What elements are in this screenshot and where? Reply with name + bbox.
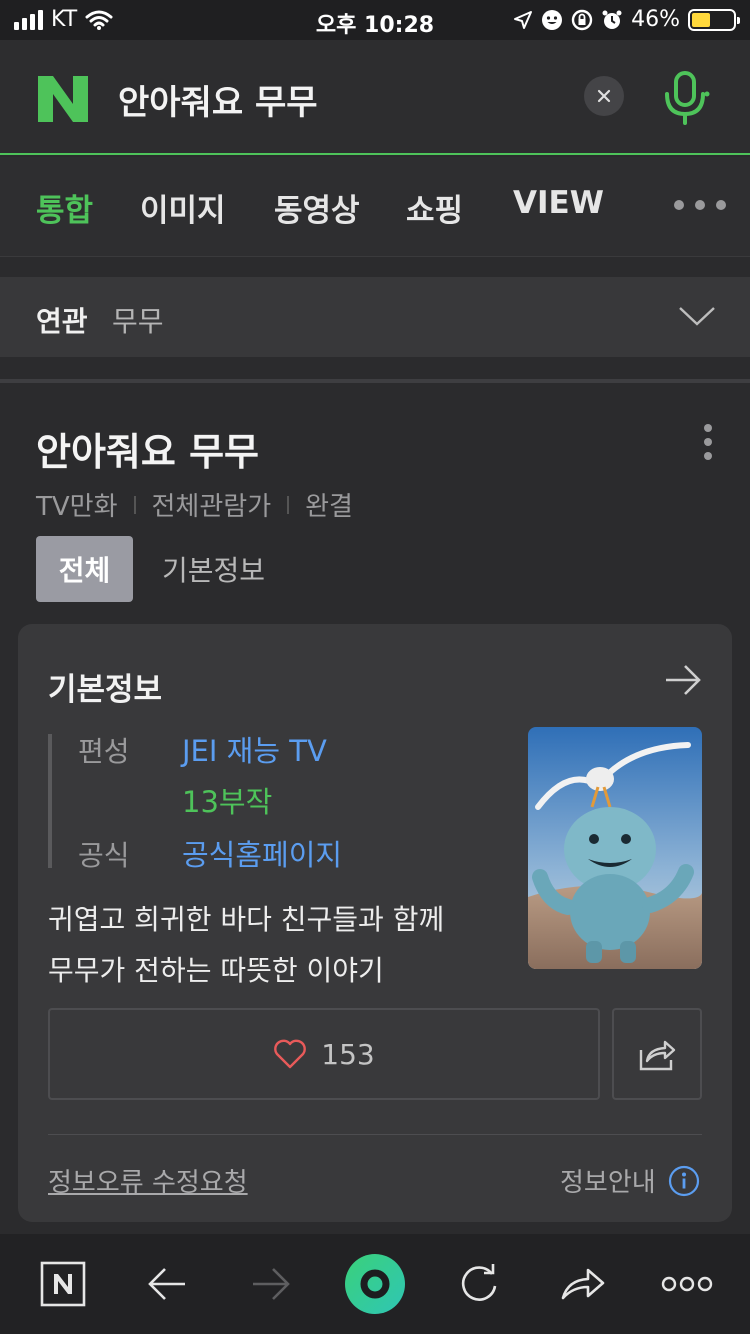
meta-separator — [133, 495, 136, 514]
forward-button[interactable] — [236, 1234, 306, 1334]
card-divider — [48, 1134, 702, 1135]
meta-separator — [287, 495, 290, 514]
home-button[interactable] — [28, 1234, 98, 1334]
info-guide-button[interactable]: 정보안내 — [560, 1162, 700, 1199]
meta-rating: 전체관람가 — [151, 492, 272, 522]
broadcast-key: 편성 — [78, 735, 130, 768]
broadcaster-link[interactable]: JEI 재능 TV — [182, 728, 327, 770]
battery-percent: 46% — [631, 7, 680, 32]
episode-count: 13부작 — [182, 785, 273, 819]
official-homepage-link[interactable]: 공식홈페이지 — [182, 832, 342, 874]
more-tabs-icon[interactable] — [672, 198, 728, 212]
search-query-text[interactable]: 안아줘요 무무 — [118, 75, 318, 124]
face-icon — [542, 9, 563, 30]
battery-fill — [692, 12, 711, 27]
refresh-button[interactable] — [444, 1234, 514, 1334]
related-item[interactable]: 무무 — [112, 300, 164, 340]
naver-logo-icon[interactable] — [38, 76, 88, 122]
status-right: 46% — [513, 7, 740, 32]
official-key: 공식 — [78, 839, 130, 872]
green-dot-button[interactable] — [340, 1234, 410, 1334]
tab-images[interactable]: 이미지 — [140, 185, 226, 230]
naver-home-icon — [40, 1261, 86, 1307]
share-arrow-icon — [561, 1268, 605, 1300]
microphone-icon[interactable] — [660, 70, 710, 126]
card-title[interactable]: 기본정보 — [48, 664, 162, 709]
more-dots-icon — [661, 1276, 713, 1292]
program-thumbnail[interactable] — [528, 727, 702, 969]
subtab-basic-info[interactable]: 기본정보 — [162, 549, 265, 589]
program-description: 귀엽고 희귀한 바다 친구들과 함께 무무가 전하는 따뜻한 이야기 — [48, 894, 508, 996]
meta-genre: TV만화 — [36, 492, 118, 522]
related-searches[interactable]: 연관 무무 — [0, 277, 750, 357]
search-header: 안아줘요 무무 — [0, 40, 750, 155]
meta-status: 완결 — [305, 492, 353, 522]
arrow-right-icon[interactable] — [664, 664, 702, 696]
description-line: 귀엽고 희귀한 바다 친구들과 함께 — [48, 903, 445, 936]
status-bar: KT 오후 10:28 46% — [0, 0, 750, 40]
section-divider — [0, 379, 750, 383]
program-meta: TV만화 전체관람가 완결 — [36, 486, 353, 523]
like-button[interactable]: 153 — [48, 1008, 600, 1100]
tab-all[interactable]: 통합 — [36, 185, 93, 230]
report-error-link[interactable]: 정보오류 수정요청 — [48, 1162, 248, 1199]
like-count: 153 — [321, 1037, 375, 1071]
heart-icon — [274, 1039, 307, 1069]
clear-search-button[interactable] — [584, 76, 624, 116]
search-tabs: 통합 이미지 동영상 쇼핑 VIEW — [0, 157, 750, 257]
share-button[interactable] — [612, 1008, 702, 1100]
info-accent-bar — [48, 734, 52, 868]
bottom-navigation — [0, 1234, 750, 1334]
chevron-down-icon[interactable] — [678, 305, 716, 327]
subtab-all[interactable]: 전체 — [36, 536, 133, 602]
rotation-lock-icon — [571, 9, 593, 30]
basic-info-card: 기본정보 편성 JEI 재능 TV 13부작 공식 공식홈페이지 귀엽고 희귀한… — [18, 624, 732, 1222]
share-icon — [639, 1040, 676, 1071]
back-button[interactable] — [132, 1234, 202, 1334]
alarm-icon — [602, 10, 622, 29]
info-icon — [668, 1165, 699, 1196]
program-title[interactable]: 안아줘요 무무 — [36, 421, 259, 476]
related-label: 연관 — [36, 305, 88, 338]
tab-videos[interactable]: 동영상 — [274, 185, 360, 230]
arrow-right-icon — [253, 1268, 290, 1300]
tab-view[interactable]: VIEW — [513, 185, 604, 221]
refresh-icon — [461, 1264, 497, 1301]
tab-shopping[interactable]: 쇼핑 — [406, 185, 463, 230]
arrow-left-icon — [148, 1268, 185, 1300]
battery-icon — [688, 8, 740, 31]
more-options-icon[interactable] — [704, 424, 712, 460]
share-nav-button[interactable] — [548, 1234, 618, 1334]
green-dot-icon — [345, 1254, 405, 1314]
info-guide-label: 정보안내 — [560, 1168, 656, 1198]
close-icon — [597, 89, 611, 103]
location-arrow-icon — [514, 10, 533, 29]
description-line: 무무가 전하는 따뜻한 이야기 — [48, 954, 384, 987]
more-menu-button[interactable] — [652, 1234, 722, 1334]
